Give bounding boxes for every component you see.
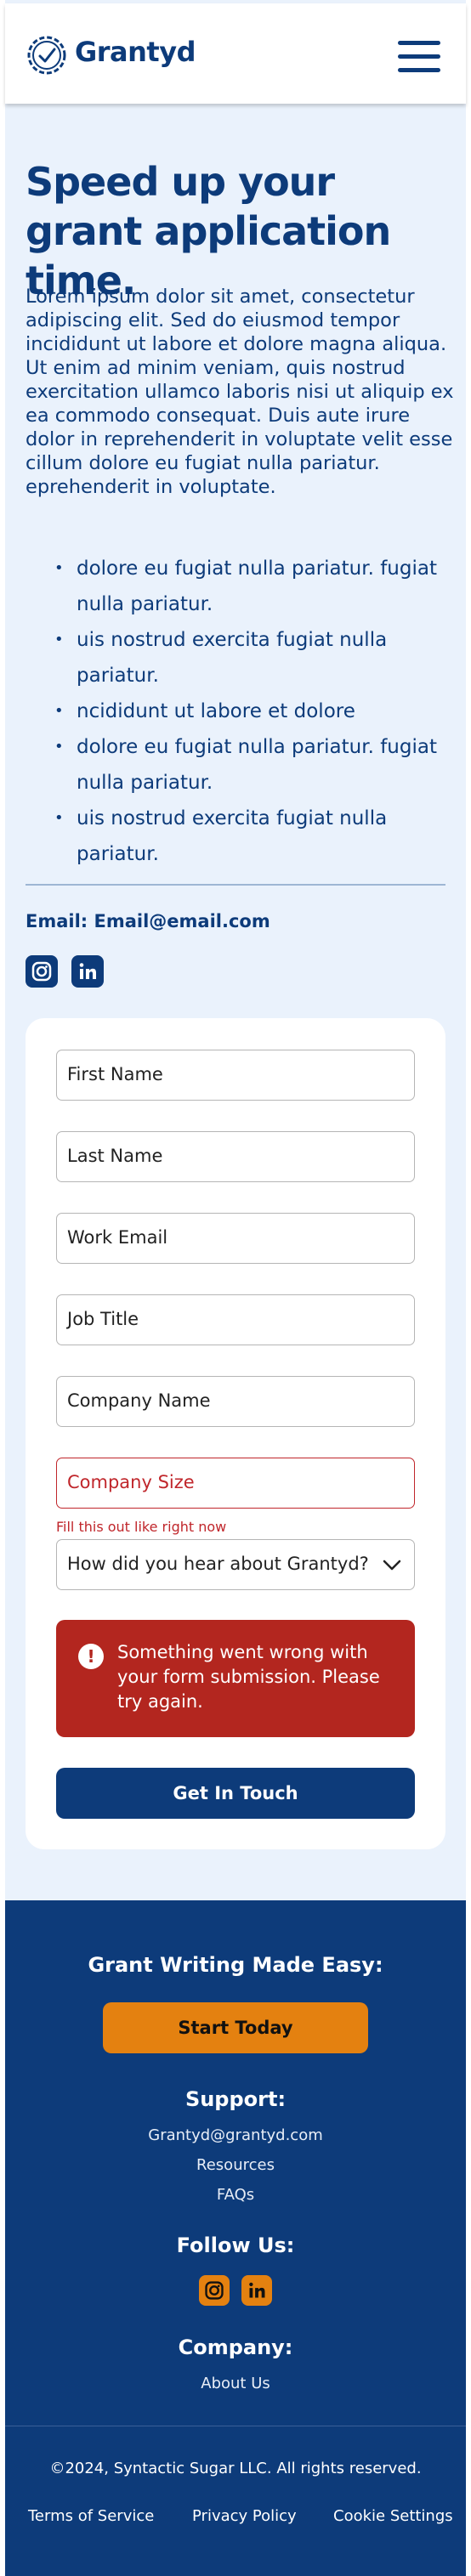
- badge-check-icon[interactable]: [26, 34, 68, 76]
- instagram-icon[interactable]: [26, 955, 58, 988]
- copyright: ©2024, Syntactic Sugar LLC. All rights r…: [49, 2460, 422, 2477]
- error-alert-text: Something went wrong with your form subm…: [117, 1642, 380, 1712]
- footer-tagline: Grant Writing Made Easy:: [88, 1953, 383, 1977]
- first-name-field[interactable]: First Name: [56, 1050, 415, 1101]
- cookie-settings-link[interactable]: Cookie Settings: [333, 2507, 453, 2525]
- contact-form-card: First Name Last Name Work Email Job Titl…: [26, 1018, 445, 1849]
- company-size-field[interactable]: Company Size: [56, 1458, 415, 1509]
- about-us-link[interactable]: About Us: [5, 2375, 466, 2392]
- brand-name[interactable]: Grantyd: [75, 36, 196, 68]
- support-heading: Support:: [184, 2087, 287, 2111]
- company-size-error: Fill this out like right now: [56, 1519, 227, 1535]
- page: Grantyd Speed up your grant application …: [5, 0, 466, 2576]
- follow-heading: Follow Us:: [176, 2233, 295, 2257]
- chevron-down-icon: [383, 1560, 401, 1571]
- linkedin-icon[interactable]: [241, 2275, 272, 2306]
- page-title: Speed up your grant application time.: [26, 159, 391, 303]
- list-item: uis nostrud exercita fugiat nulla pariat…: [54, 801, 454, 872]
- divider: [26, 884, 445, 886]
- privacy-policy-link[interactable]: Privacy Policy: [192, 2507, 297, 2525]
- job-title-field[interactable]: Job Title: [56, 1294, 415, 1345]
- list-item: uis nostrud exercita fugiat nulla pariat…: [54, 622, 454, 694]
- get-in-touch-button[interactable]: Get In Touch: [56, 1768, 415, 1819]
- heard-about-label: How did you hear about Grantyd?: [67, 1554, 369, 1574]
- contact-email: Email: Email@email.com: [26, 911, 270, 931]
- resources-link[interactable]: Resources: [5, 2156, 466, 2174]
- list-item: dolore eu fugiat nulla pariatur. fugiat …: [54, 551, 454, 622]
- faqs-link[interactable]: FAQs: [5, 2186, 466, 2204]
- linkedin-icon[interactable]: [71, 955, 104, 988]
- alert-icon: !: [78, 1644, 104, 1669]
- heard-about-select[interactable]: How did you hear about Grantyd?: [56, 1539, 415, 1590]
- company-name-field[interactable]: Company Name: [56, 1376, 415, 1427]
- support-email-link[interactable]: Grantyd@grantyd.com: [5, 2126, 466, 2144]
- terms-of-service-link[interactable]: Terms of Service: [28, 2507, 154, 2525]
- hamburger-menu-icon[interactable]: [398, 41, 440, 73]
- feature-list: dolore eu fugiat nulla pariatur. fugiat …: [54, 551, 454, 872]
- hero-description: Lorem ipsum dolor sit amet, consectetur …: [26, 286, 454, 498]
- list-item: ncididunt ut labore et dolore: [54, 694, 454, 729]
- start-today-button[interactable]: Start Today: [103, 2002, 368, 2053]
- site-footer: Grant Writing Made Easy: Start Today Sup…: [5, 1900, 466, 2576]
- work-email-field[interactable]: Work Email: [56, 1213, 415, 1264]
- list-item: dolore eu fugiat nulla pariatur. fugiat …: [54, 729, 454, 801]
- instagram-icon[interactable]: [199, 2275, 230, 2306]
- site-header: Grantyd: [5, 3, 466, 104]
- last-name-field[interactable]: Last Name: [56, 1131, 415, 1182]
- error-alert: ! Something went wrong with your form su…: [56, 1620, 415, 1737]
- company-heading: Company:: [178, 2335, 293, 2359]
